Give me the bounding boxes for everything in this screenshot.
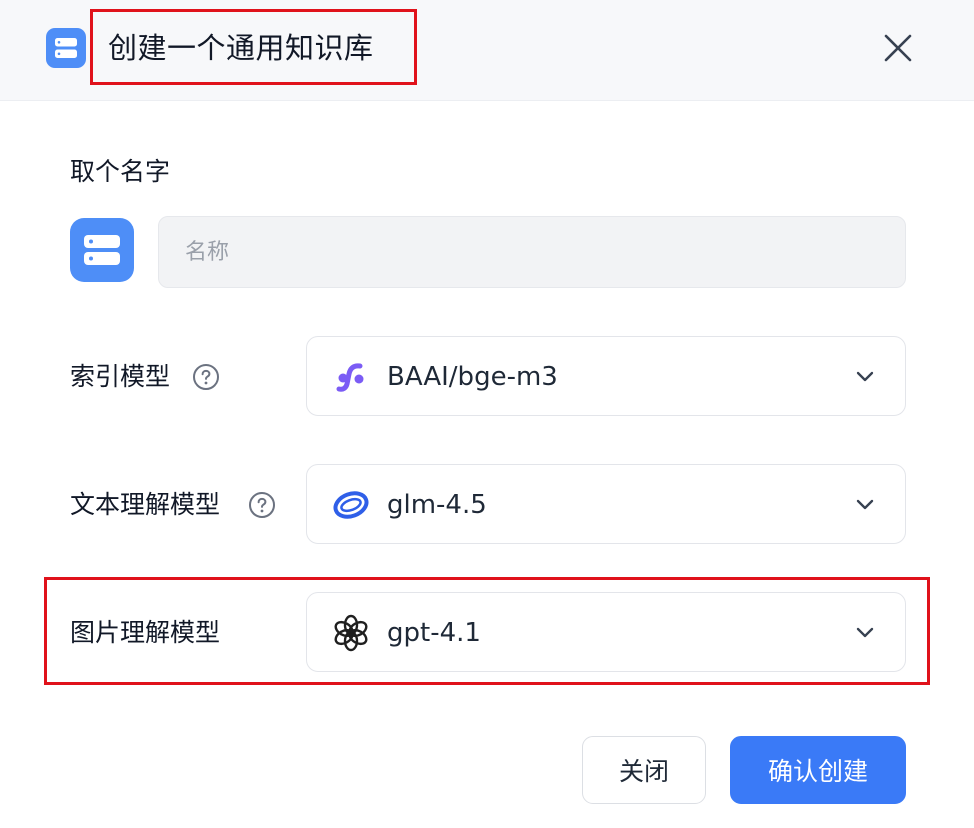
text-model-select[interactable]: glm-4.5 <box>306 464 906 544</box>
create-knowledge-base-dialog: 创建一个通用知识库 取个名字 索引模型 <box>0 0 974 828</box>
help-circle-icon[interactable] <box>192 363 220 391</box>
text-model-value: glm-4.5 <box>387 490 487 520</box>
siliconflow-logo-icon <box>331 357 371 397</box>
database-icon <box>46 28 86 68</box>
chevron-down-icon <box>853 492 877 516</box>
image-model-highlight-box <box>44 577 930 685</box>
close-button[interactable]: 关闭 <box>582 736 706 804</box>
text-model-label: 文本理解模型 <box>70 490 221 519</box>
name-section-label: 取个名字 <box>70 157 171 186</box>
dialog-header: 创建一个通用知识库 <box>0 0 974 101</box>
index-model-select[interactable]: BAAI/bge-m3 <box>306 336 906 416</box>
confirm-create-button[interactable]: 确认创建 <box>730 736 906 804</box>
zhipu-logo-icon <box>331 485 371 525</box>
close-icon[interactable] <box>876 26 920 70</box>
knowledge-base-avatar-icon[interactable] <box>70 218 134 282</box>
chevron-down-icon <box>853 364 877 388</box>
knowledge-base-name-input[interactable] <box>158 216 906 288</box>
help-circle-icon[interactable] <box>248 491 276 519</box>
index-model-label: 索引模型 <box>70 362 171 391</box>
title-highlight-box <box>90 9 417 85</box>
index-model-value: BAAI/bge-m3 <box>387 362 558 392</box>
